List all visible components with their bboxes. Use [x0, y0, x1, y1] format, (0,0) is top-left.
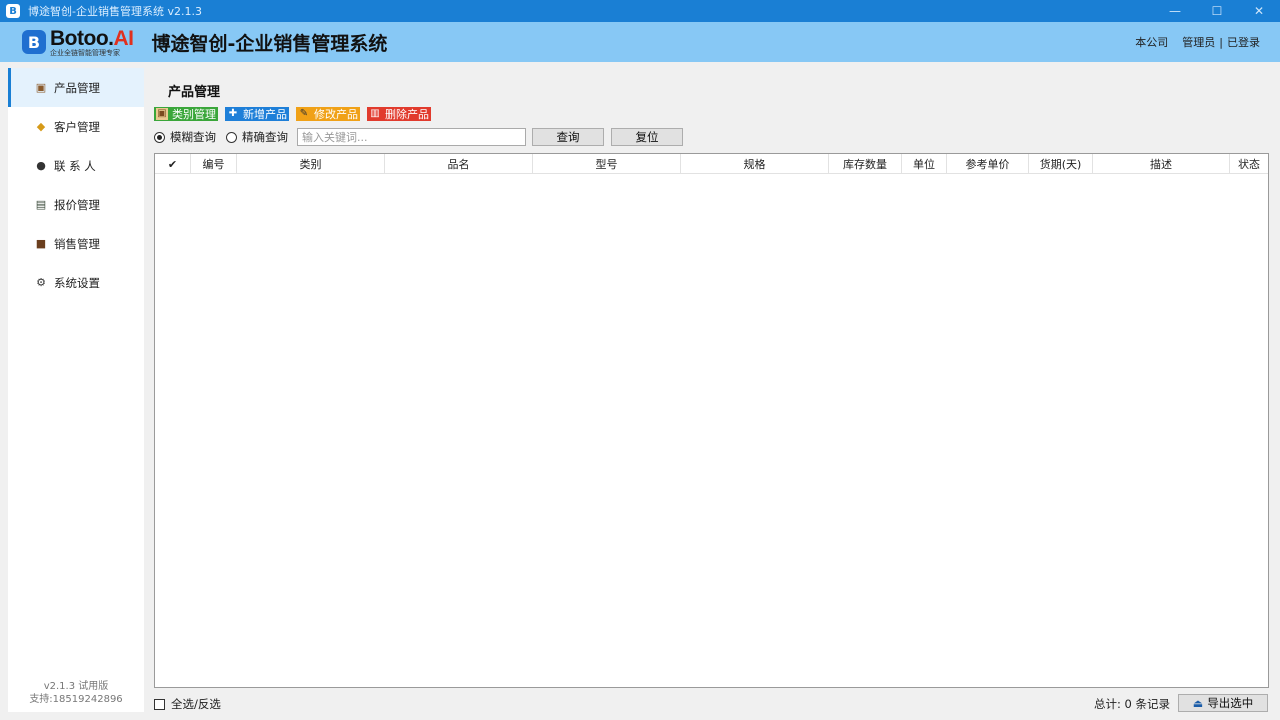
product-table[interactable]: ✔ 编号 类别 品名 型号 规格 库存数量 单位 参考单价 货期(天) 描述 状态 — [154, 153, 1269, 688]
column-header[interactable]: 状态 — [1230, 154, 1268, 174]
fuzzy-search-label[interactable]: 模糊查询 — [170, 129, 216, 145]
sidebar-item-label: 产品管理 — [54, 80, 100, 95]
table-header: ✔ 编号 类别 品名 型号 规格 库存数量 单位 参考单价 货期(天) 描述 状态 — [155, 154, 1268, 174]
version-info: v2.1.3 试用版 支持:18519242896 — [8, 680, 144, 706]
box-icon: ▣ — [156, 108, 168, 120]
separator: | — [1219, 35, 1223, 49]
company-name[interactable]: 本公司 — [1135, 34, 1168, 50]
logo-slogan: 企业全链智能管理专家 — [50, 48, 120, 57]
pencil-icon: ✎ — [299, 108, 309, 119]
window-title: 博途智创-企业销售管理系统 v2.1.3 — [28, 5, 202, 18]
window-titlebar: B 博途智创-企业销售管理系统 v2.1.3 — ☐ ✕ — [0, 0, 1280, 22]
box-icon: ▣ — [35, 81, 47, 94]
select-all-control[interactable]: 全选/反选 — [154, 696, 221, 712]
select-all-label[interactable]: 全选/反选 — [171, 696, 221, 712]
category-manage-button[interactable]: ▣ 类别管理 — [154, 107, 218, 121]
app-header: B Botoo.AI 企业全链智能管理专家 博途智创-企业销售管理系统 本公司 … — [0, 22, 1280, 62]
sidebar-item-label: 报价管理 — [54, 197, 100, 212]
column-header[interactable]: 货期(天) — [1029, 154, 1093, 174]
page-title: 产品管理 — [168, 85, 221, 100]
column-header[interactable]: 单位 — [902, 154, 947, 174]
record-count: 总计: 0 条记录 — [1093, 697, 1170, 711]
select-all-checkbox[interactable] — [154, 698, 165, 710]
main-panel: 产品管理 ▣ 类别管理 ✚ 新增产品 ✎ 修改产品 ▥ 删除产品 模糊查询 精确… — [154, 68, 1272, 712]
app-icon: B — [6, 4, 20, 18]
close-button[interactable]: ✕ — [1238, 0, 1280, 22]
logo-b-icon: B — [22, 30, 46, 54]
sidebar: ▣ 产品管理 ◆ 客户管理 ● 联 系 人 ▤ 报价管理 ■ 销售管理 ⚙ 系统设置 v2.1.3 试… — [8, 68, 144, 712]
reset-button[interactable]: 复位 — [611, 128, 683, 146]
column-header[interactable]: 品名 — [385, 154, 533, 174]
trash-icon: ▥ — [370, 108, 380, 119]
sidebar-item-4[interactable]: ■ 销售管理 — [8, 224, 144, 263]
window-controls: — ☐ ✕ — [1154, 0, 1280, 22]
sidebar-item-label: 客户管理 — [54, 119, 100, 134]
contacts-icon: ● — [36, 159, 46, 172]
search-row: 模糊查询 精确查询 查询 复位 — [154, 128, 683, 146]
sidebar-item-3[interactable]: ▤ 报价管理 — [8, 185, 144, 224]
version-label: v2.1.3 试用版 — [43, 681, 109, 692]
query-button[interactable]: 查询 — [532, 128, 604, 146]
plus-icon: ✚ — [228, 108, 238, 119]
minimize-button[interactable]: — — [1154, 0, 1196, 22]
logo: B Botoo.AI 企业全链智能管理专家 — [22, 28, 134, 57]
add-product-button[interactable]: ✚ 新增产品 — [225, 107, 289, 121]
sidebar-item-label: 联 系 人 — [54, 158, 96, 173]
sidebar-item-1[interactable]: ◆ 客户管理 — [8, 107, 144, 146]
sidebar-item-label: 销售管理 — [54, 236, 100, 251]
login-status: 已登录 — [1227, 36, 1260, 49]
column-header[interactable]: 参考单价 — [947, 154, 1029, 174]
radio-selected-dot — [157, 134, 162, 140]
table-footer: 全选/反选 总计: 0 条记录 ⏏ 导出选中 — [154, 694, 1272, 712]
column-header[interactable]: 库存数量 — [829, 154, 902, 174]
gear-icon: ⚙ — [36, 276, 46, 289]
handshake-icon: ◆ — [36, 120, 46, 133]
fuzzy-search-radio[interactable] — [154, 131, 165, 143]
export-selected-button[interactable]: ⏏ 导出选中 — [1178, 694, 1268, 712]
quote-icon: ▤ — [35, 198, 47, 211]
column-header[interactable]: 类别 — [237, 154, 385, 174]
column-header-check[interactable]: ✔ — [155, 154, 191, 174]
sidebar-item-5[interactable]: ⚙ 系统设置 — [8, 263, 144, 302]
sidebar-item-0[interactable]: ▣ 产品管理 — [8, 68, 144, 107]
briefcase-icon: ■ — [35, 237, 47, 250]
search-input[interactable] — [297, 128, 526, 146]
sidebar-item-label: 系统设置 — [54, 275, 100, 290]
column-header[interactable]: 型号 — [533, 154, 681, 174]
sidebar-item-2[interactable]: ● 联 系 人 — [8, 146, 144, 185]
support-contact: 支持:18519242896 — [29, 694, 123, 705]
exact-search-radio[interactable] — [226, 131, 237, 143]
edit-product-button[interactable]: ✎ 修改产品 — [296, 107, 360, 121]
logo-name: Botoo.AI — [50, 26, 134, 50]
column-header[interactable]: 规格 — [681, 154, 829, 174]
column-header[interactable]: 编号 — [191, 154, 237, 174]
column-header[interactable]: 描述 — [1093, 154, 1230, 174]
maximize-button[interactable]: ☐ — [1196, 0, 1238, 22]
exact-search-label[interactable]: 精确查询 — [242, 129, 288, 145]
sidebar-nav: ▣ 产品管理 ◆ 客户管理 ● 联 系 人 ▤ 报价管理 ■ 销售管理 ⚙ 系统设置 — [8, 68, 144, 302]
delete-product-button[interactable]: ▥ 删除产品 — [367, 107, 431, 121]
user-name[interactable]: 管理员 — [1182, 34, 1215, 50]
user-info: 本公司 管理员 | 已登录 — [1135, 22, 1260, 62]
app-title: 博途智创-企业销售管理系统 — [151, 32, 388, 55]
export-icon: ⏏ — [1192, 696, 1204, 710]
toolbar: ▣ 类别管理 ✚ 新增产品 ✎ 修改产品 ▥ 删除产品 — [154, 107, 431, 121]
